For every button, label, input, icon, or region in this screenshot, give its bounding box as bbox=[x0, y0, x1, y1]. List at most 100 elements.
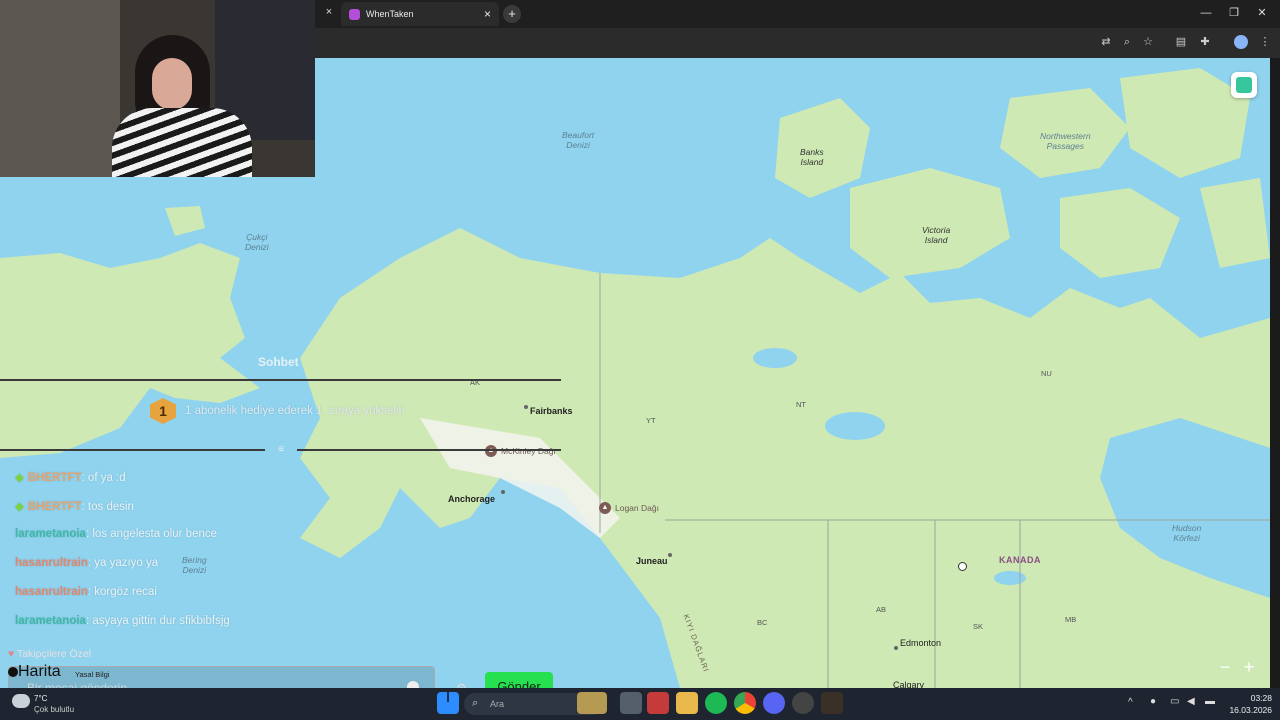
zoom-in-button[interactable]: + bbox=[1238, 656, 1260, 678]
map-layers-button[interactable] bbox=[1231, 72, 1257, 98]
volume-icon[interactable]: ◀ bbox=[1187, 696, 1195, 707]
battery-icon[interactable]: ▬ bbox=[1205, 696, 1215, 707]
chat-message[interactable]: ◆ BHERTFT: tos desin bbox=[15, 499, 134, 513]
fairbanks-dot bbox=[524, 405, 528, 409]
league-client-icon[interactable] bbox=[821, 692, 843, 714]
region-nu: NU bbox=[1041, 369, 1052, 378]
chat-message-text: : korgöz recai bbox=[87, 586, 157, 598]
zoom-out-button[interactable]: − bbox=[1214, 656, 1236, 678]
heart-icon: ♥ bbox=[8, 648, 15, 660]
close-window-button[interactable]: ✕ bbox=[1252, 4, 1272, 22]
close-prev-tab-icon[interactable]: × bbox=[320, 6, 338, 22]
chrome-icon[interactable] bbox=[734, 692, 756, 714]
close-tab-icon[interactable]: × bbox=[484, 7, 491, 21]
scrollbar[interactable] bbox=[1270, 58, 1280, 688]
weather-cloud-icon bbox=[12, 694, 30, 708]
chat-message[interactable]: ◆ BHERTFT: of ya :d bbox=[15, 470, 126, 484]
layers-icon bbox=[1236, 77, 1252, 93]
juneau-dot bbox=[668, 553, 672, 557]
logan-label: Logan Dağı bbox=[615, 503, 659, 513]
tab-whentaken[interactable]: WhenTaken × bbox=[341, 2, 499, 26]
northwestern-passages-label: Northwestern Passages bbox=[1040, 131, 1091, 151]
webcam-overlay bbox=[0, 0, 315, 177]
network-icon[interactable]: ▭ bbox=[1170, 696, 1179, 707]
webcam-person-face bbox=[152, 58, 192, 110]
victoria-island-label: Victoria Island bbox=[922, 225, 951, 245]
search-icon: ⌕ bbox=[472, 697, 479, 709]
minimize-button[interactable]: — bbox=[1196, 4, 1216, 22]
fairbanks-label: Fairbanks bbox=[530, 406, 573, 416]
app-p-icon[interactable] bbox=[647, 692, 669, 714]
search-highlight-icon[interactable] bbox=[577, 692, 607, 714]
hudson-bay-label: Hudson Körfezi bbox=[1172, 523, 1202, 543]
beaufort-sea-label: Beaufort Denizi bbox=[562, 130, 595, 150]
spotify-icon[interactable] bbox=[705, 692, 727, 714]
clock-time[interactable]: 03:28 bbox=[1228, 693, 1272, 703]
chat-username[interactable]: larametanoia bbox=[15, 615, 86, 627]
restore-button[interactable]: ❐ bbox=[1224, 4, 1244, 22]
chat-divider bbox=[0, 449, 265, 451]
bering-sea-label: Bering Denizi bbox=[182, 555, 207, 575]
calgary-label: Calgary bbox=[893, 680, 925, 688]
webcam-person-shirt bbox=[112, 108, 252, 177]
zoom-icon[interactable]: ⌕ bbox=[1118, 34, 1136, 50]
mountain-pin-icon: ▲ bbox=[485, 445, 497, 457]
more-menu-icon[interactable]: ⋮ bbox=[1256, 34, 1274, 50]
bookmark-star-icon[interactable]: ☆ bbox=[1139, 34, 1157, 50]
discord-icon[interactable] bbox=[763, 692, 785, 714]
pinned-message[interactable]: 1 abonelik hediye ederek 1. sıraya yükse… bbox=[185, 405, 405, 417]
profile-avatar[interactable] bbox=[1234, 35, 1248, 49]
chat-message-text: : tos desin bbox=[81, 501, 134, 513]
country-label: KANADA bbox=[999, 555, 1041, 565]
region-sk: SK bbox=[973, 622, 984, 631]
chat-username[interactable]: hasanrultrain bbox=[15, 586, 88, 598]
file-explorer-icon[interactable] bbox=[676, 692, 698, 714]
chat-username[interactable]: BHERTFT bbox=[28, 472, 82, 484]
subscriber-badge-icon: ◆ bbox=[15, 472, 24, 484]
chat-message[interactable]: larametanoia: los angelesta olur bence bbox=[15, 528, 217, 540]
webcam-background bbox=[0, 0, 120, 177]
chat-message[interactable]: larametanoia: asyaya gittin dur sfikbibf… bbox=[15, 615, 230, 627]
extensions-icon[interactable]: ✚ bbox=[1196, 34, 1214, 50]
chat-username[interactable]: BHERTFT bbox=[28, 501, 82, 513]
region-bc: BC bbox=[757, 618, 768, 627]
edmonton-label: Edmonton bbox=[900, 638, 942, 648]
anchorage-label: Anchorage bbox=[448, 494, 496, 504]
chat-divider bbox=[0, 379, 561, 381]
chat-message-text: : of ya :d bbox=[81, 472, 126, 484]
chat-message-text: : asyaya gittin dur sfikbibfsjg bbox=[85, 615, 230, 627]
map-cursor-icon bbox=[958, 562, 967, 571]
translate-icon[interactable]: ⇄ bbox=[1097, 34, 1115, 50]
mountain-pin-icon: ▲ bbox=[599, 502, 611, 514]
legal-link[interactable]: Yasal Bilgi bbox=[75, 670, 109, 679]
edmonton-dot bbox=[894, 646, 898, 650]
weather-temp[interactable]: 7°C bbox=[34, 694, 47, 703]
chat-message-text: : los angelesta olur bence bbox=[85, 528, 218, 540]
clock-date[interactable]: 16.03.2026 bbox=[1222, 705, 1272, 715]
chat-message[interactable]: hasanrultrain: ya yazıyo ya bbox=[15, 557, 158, 569]
mckinley-label: McKinley Dağı bbox=[501, 446, 556, 456]
anchorage-dot bbox=[501, 490, 505, 494]
region-ab: AB bbox=[876, 605, 887, 614]
steam-icon[interactable] bbox=[792, 692, 814, 714]
region-yt: YT bbox=[646, 416, 656, 425]
subscriber-badge-icon: ◆ bbox=[15, 501, 24, 513]
chat-divider bbox=[297, 449, 561, 451]
tray-chevron-icon[interactable]: ^ bbox=[1128, 697, 1133, 708]
map-harita-button[interactable]: Harita bbox=[8, 663, 61, 681]
task-view-icon[interactable] bbox=[620, 692, 642, 714]
weather-desc[interactable]: Çok bulutlu bbox=[34, 705, 74, 714]
chat-title: Sohbet bbox=[258, 355, 299, 369]
microphone-icon[interactable]: ● bbox=[1150, 696, 1156, 707]
chat-username[interactable]: hasanrultrain bbox=[15, 557, 88, 569]
chat-username[interactable]: larametanoia bbox=[15, 528, 86, 540]
chat-message[interactable]: hasanrultrain: korgöz recai bbox=[15, 586, 157, 598]
chat-message-text: : ya yazıyo ya bbox=[87, 557, 159, 569]
chat-collapse-icon[interactable]: ≡ bbox=[272, 444, 290, 455]
whentaken-favicon-icon bbox=[349, 8, 360, 20]
followers-only-label: ♥ Takipçilere Özel bbox=[8, 648, 92, 660]
new-tab-button[interactable]: + bbox=[503, 5, 521, 23]
region-nt: NT bbox=[796, 400, 806, 409]
media-icon[interactable]: ▤ bbox=[1172, 34, 1190, 50]
juneau-label: Juneau bbox=[636, 556, 668, 566]
